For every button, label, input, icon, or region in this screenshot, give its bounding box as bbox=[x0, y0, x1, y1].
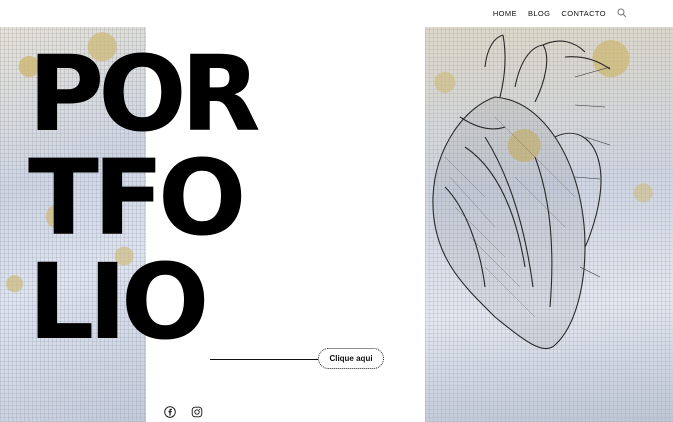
title-line-1: POR bbox=[28, 33, 261, 155]
heart-illustration bbox=[432, 34, 611, 350]
instagram-icon[interactable] bbox=[191, 406, 203, 418]
anatomical-heart-image bbox=[425, 27, 673, 422]
nav-item-contacto[interactable]: CONTACTO bbox=[561, 9, 606, 18]
main-navigation: HOME BLOG CONTACTO bbox=[493, 8, 627, 18]
social-links bbox=[164, 406, 203, 418]
clique-aqui-button[interactable]: Clique aqui bbox=[318, 348, 384, 369]
search-icon[interactable] bbox=[617, 8, 627, 18]
facebook-icon[interactable] bbox=[164, 406, 176, 418]
portfolio-page: HOME BLOG CONTACTO POR TFO LIO Clique aq… bbox=[0, 0, 673, 422]
nav-item-blog[interactable]: BLOG bbox=[528, 9, 550, 18]
nav-item-home[interactable]: HOME bbox=[493, 9, 517, 18]
page-title: POR TFO LIO bbox=[28, 33, 261, 363]
title-line-3: LIO bbox=[28, 241, 209, 363]
cta-divider-line bbox=[210, 359, 318, 360]
title-line-2: TFO bbox=[28, 137, 246, 259]
